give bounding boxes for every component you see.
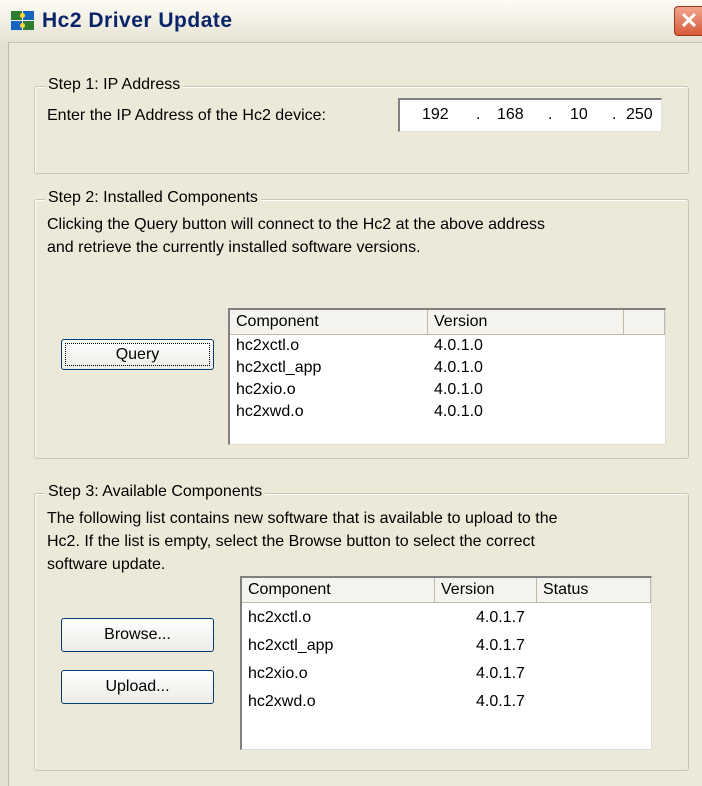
component-cell: hc2xctl.o bbox=[248, 609, 312, 626]
window-frame-left bbox=[0, 42, 9, 786]
ip-address-label: Enter the IP Address of the Hc2 device: bbox=[47, 107, 326, 124]
ip-separator: . bbox=[476, 106, 481, 123]
list-header: Component Version bbox=[230, 310, 665, 335]
query-button[interactable]: Query bbox=[61, 339, 214, 370]
component-cell: hc2xctl_app bbox=[236, 359, 322, 376]
step1-legend: Step 1: IP Address bbox=[45, 76, 184, 94]
version-cell: 4.0.1.7 bbox=[476, 693, 525, 710]
column-header-component[interactable]: Component bbox=[242, 578, 435, 603]
puzzle-icon bbox=[11, 11, 34, 30]
window-title: Hc2 Driver Update bbox=[42, 9, 233, 32]
component-cell: hc2xio.o bbox=[236, 381, 296, 398]
table-row[interactable]: hc2xctl.o 4.0.1.0 bbox=[230, 335, 665, 357]
component-cell: hc2xctl.o bbox=[236, 337, 300, 354]
component-cell: hc2xctl_app bbox=[248, 637, 334, 654]
ip-separator: . bbox=[548, 106, 553, 123]
table-row[interactable]: hc2xwd.o 4.0.1.7 bbox=[242, 691, 651, 713]
table-row[interactable]: hc2xio.o 4.0.1.7 bbox=[242, 663, 651, 685]
table-row[interactable]: hc2xwd.o 4.0.1.0 bbox=[230, 401, 665, 423]
table-row[interactable]: hc2xctl.o 4.0.1.7 bbox=[242, 607, 651, 629]
ip-octet-3[interactable]: 10 bbox=[570, 106, 588, 124]
table-row[interactable]: hc2xio.o 4.0.1.0 bbox=[230, 379, 665, 401]
version-cell: 4.0.1.0 bbox=[434, 381, 483, 398]
ip-octet-2[interactable]: 168 bbox=[497, 106, 524, 124]
ip-address-input[interactable]: 192 . 168 . 10 . 250 bbox=[398, 98, 662, 132]
close-icon: ✕ bbox=[679, 8, 699, 33]
step3-description-line1: The following list contains new software… bbox=[47, 510, 558, 527]
step3-legend: Step 3: Available Components bbox=[45, 483, 266, 501]
installed-components-list[interactable]: Component Version hc2xctl.o 4.0.1.0 hc2x… bbox=[228, 308, 666, 445]
component-cell: hc2xwd.o bbox=[248, 693, 316, 710]
version-cell: 4.0.1.7 bbox=[476, 665, 525, 682]
ip-separator: . bbox=[612, 106, 617, 123]
version-cell: 4.0.1.0 bbox=[434, 359, 483, 376]
step3-description-line2: Hc2. If the list is empty, select the Br… bbox=[47, 533, 535, 550]
column-header-filler bbox=[624, 310, 665, 335]
component-cell: hc2xio.o bbox=[248, 665, 308, 682]
browse-button-label: Browse... bbox=[104, 626, 171, 643]
list-header: Component Version Status bbox=[242, 578, 651, 603]
focus-rectangle bbox=[65, 343, 210, 366]
browse-button[interactable]: Browse... bbox=[61, 618, 214, 652]
ip-octet-4[interactable]: 250 bbox=[626, 106, 653, 124]
close-button[interactable]: ✕ bbox=[674, 6, 702, 36]
step3-description-line3: software update. bbox=[47, 556, 166, 573]
component-cell: hc2xwd.o bbox=[236, 403, 304, 420]
table-row[interactable]: hc2xctl_app 4.0.1.0 bbox=[230, 357, 665, 379]
upload-button-label: Upload... bbox=[105, 678, 170, 695]
available-components-list[interactable]: Component Version Status hc2xctl.o 4.0.1… bbox=[240, 576, 652, 750]
ip-octet-1[interactable]: 192 bbox=[422, 106, 449, 124]
column-header-version[interactable]: Version bbox=[435, 578, 537, 603]
title-bar[interactable]: Hc2 Driver Update ✕ bbox=[0, 0, 702, 43]
step2-description-line2: and retrieve the currently installed sof… bbox=[47, 239, 421, 256]
column-header-version[interactable]: Version bbox=[428, 310, 624, 335]
version-cell: 4.0.1.7 bbox=[476, 637, 525, 654]
column-header-status[interactable]: Status bbox=[537, 578, 651, 603]
upload-button[interactable]: Upload... bbox=[61, 670, 214, 704]
hc2-driver-update-dialog: Hc2 Driver Update ✕ Step 1: IP Address E… bbox=[0, 0, 702, 786]
table-row[interactable]: hc2xctl_app 4.0.1.7 bbox=[242, 635, 651, 657]
step2-legend: Step 2: Installed Components bbox=[45, 189, 261, 207]
column-header-component[interactable]: Component bbox=[230, 310, 428, 335]
version-cell: 4.0.1.0 bbox=[434, 337, 483, 354]
version-cell: 4.0.1.7 bbox=[476, 609, 525, 626]
step2-description-line1: Clicking the Query button will connect t… bbox=[47, 216, 546, 233]
version-cell: 4.0.1.0 bbox=[434, 403, 483, 420]
